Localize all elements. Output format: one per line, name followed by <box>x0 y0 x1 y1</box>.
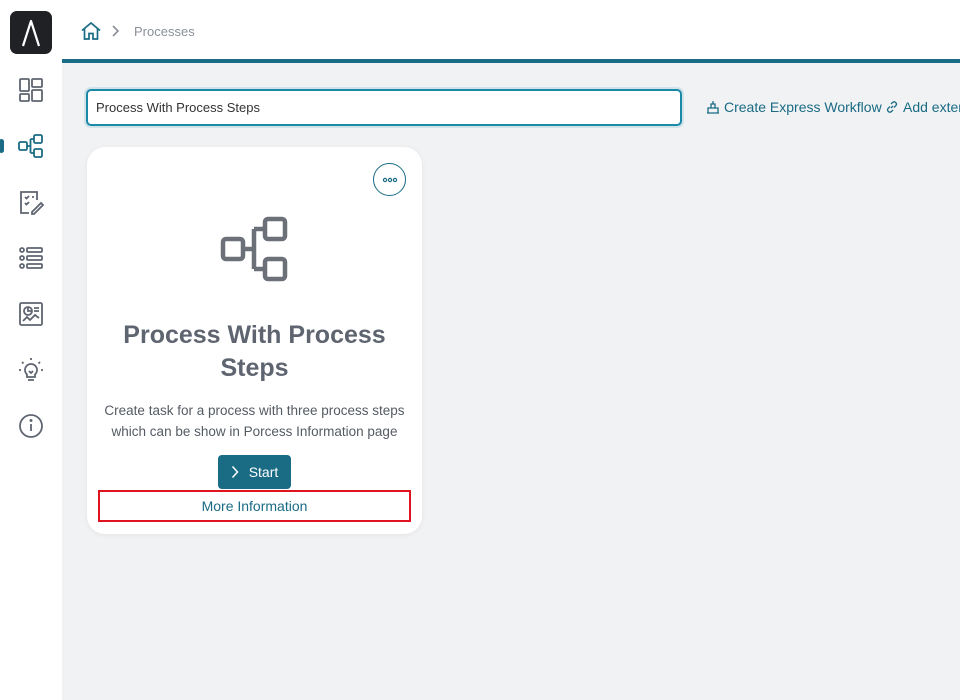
home-icon[interactable] <box>80 20 102 42</box>
list-icon <box>19 247 43 269</box>
create-express-workflow-label: Create Express Workflow <box>724 99 882 115</box>
header-accent-bar <box>62 59 960 63</box>
start-label: Start <box>248 464 279 480</box>
app-logo[interactable] <box>10 11 52 54</box>
sidebar-item-dashboard[interactable] <box>0 68 62 112</box>
checklist-icon <box>20 191 45 215</box>
process-icon <box>220 216 288 282</box>
sidebar-item-tasks[interactable] <box>0 180 62 224</box>
sidebar-item-list[interactable] <box>0 236 62 280</box>
add-external-link[interactable]: Add exter <box>885 99 960 115</box>
sidebar <box>0 0 62 700</box>
start-button[interactable]: Start <box>218 455 291 489</box>
breadcrumb-current: Processes <box>134 23 195 39</box>
link-icon <box>886 101 898 113</box>
more-options-button[interactable] <box>373 163 406 196</box>
workflow-icon <box>707 101 719 114</box>
search-input[interactable] <box>86 89 682 126</box>
report-icon <box>19 302 43 326</box>
card-title: Process With Process Steps <box>123 321 386 382</box>
sidebar-item-ideas[interactable] <box>0 348 62 392</box>
add-external-label: Add exter <box>903 99 960 115</box>
card-description: Create task for a process with three pro… <box>104 403 405 439</box>
chevron-right-icon <box>112 25 120 37</box>
create-express-workflow-link[interactable]: Create Express Workflow <box>706 99 882 115</box>
lightbulb-icon <box>19 358 43 381</box>
top-header <box>62 0 960 59</box>
process-icon <box>18 134 43 158</box>
breadcrumb: Processes <box>80 20 195 42</box>
sidebar-item-reports[interactable] <box>0 292 62 336</box>
dashboard-icon <box>19 78 43 102</box>
ellipsis-icon <box>382 177 397 182</box>
sidebar-item-processes[interactable] <box>0 124 62 168</box>
logo-icon <box>21 19 41 46</box>
chevron-right-icon <box>231 465 239 479</box>
more-information-link[interactable]: More Information <box>98 490 411 522</box>
process-card: Process With Process Steps Create task f… <box>87 147 422 534</box>
info-icon <box>19 414 43 438</box>
sidebar-item-info[interactable] <box>0 404 62 448</box>
